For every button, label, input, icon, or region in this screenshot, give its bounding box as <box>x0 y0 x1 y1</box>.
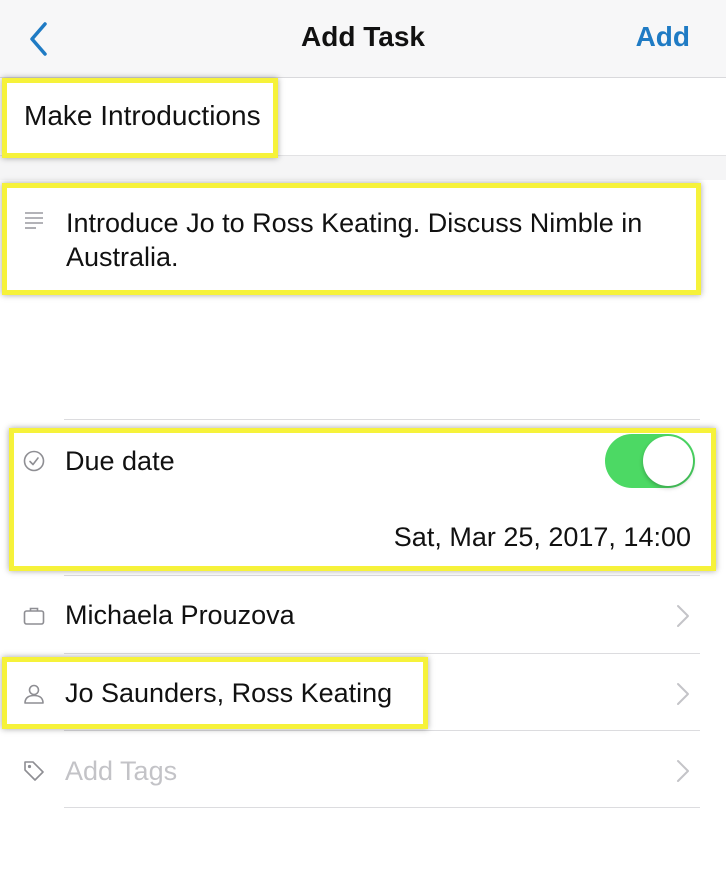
company-value[interactable]: Michaela Prouzova <box>65 600 295 631</box>
clock-icon <box>23 450 45 472</box>
person-icon <box>24 684 44 704</box>
briefcase-icon <box>23 607 45 625</box>
task-notes-field[interactable]: Introduce Jo to Ross Keating. Discuss Ni… <box>66 206 696 274</box>
due-date-value[interactable]: Sat, Mar 25, 2017, 14:00 <box>394 522 691 553</box>
section-separator <box>0 155 726 180</box>
due-date-label: Due date <box>65 446 175 476</box>
divider <box>64 419 700 420</box>
divider <box>64 807 700 808</box>
divider <box>64 575 700 576</box>
chevron-right-icon <box>677 683 689 705</box>
page-title: Add Task <box>301 21 425 52</box>
task-name-field[interactable]: Make Introductions <box>0 78 726 154</box>
task-name-value: Make Introductions <box>24 100 261 131</box>
divider <box>64 730 700 731</box>
tag-icon <box>24 761 44 781</box>
toggle-knob <box>643 436 693 486</box>
chevron-right-icon <box>677 605 689 627</box>
notes-icon <box>25 212 43 229</box>
chevron-right-icon <box>677 760 689 782</box>
add-tags-field[interactable]: Add Tags <box>65 756 177 787</box>
divider <box>64 653 700 654</box>
add-button[interactable]: Add <box>636 21 690 53</box>
due-date-toggle[interactable] <box>605 434 695 488</box>
contacts-value[interactable]: Jo Saunders, Ross Keating <box>65 678 392 709</box>
navigation-bar: Add Task Add <box>0 0 726 78</box>
